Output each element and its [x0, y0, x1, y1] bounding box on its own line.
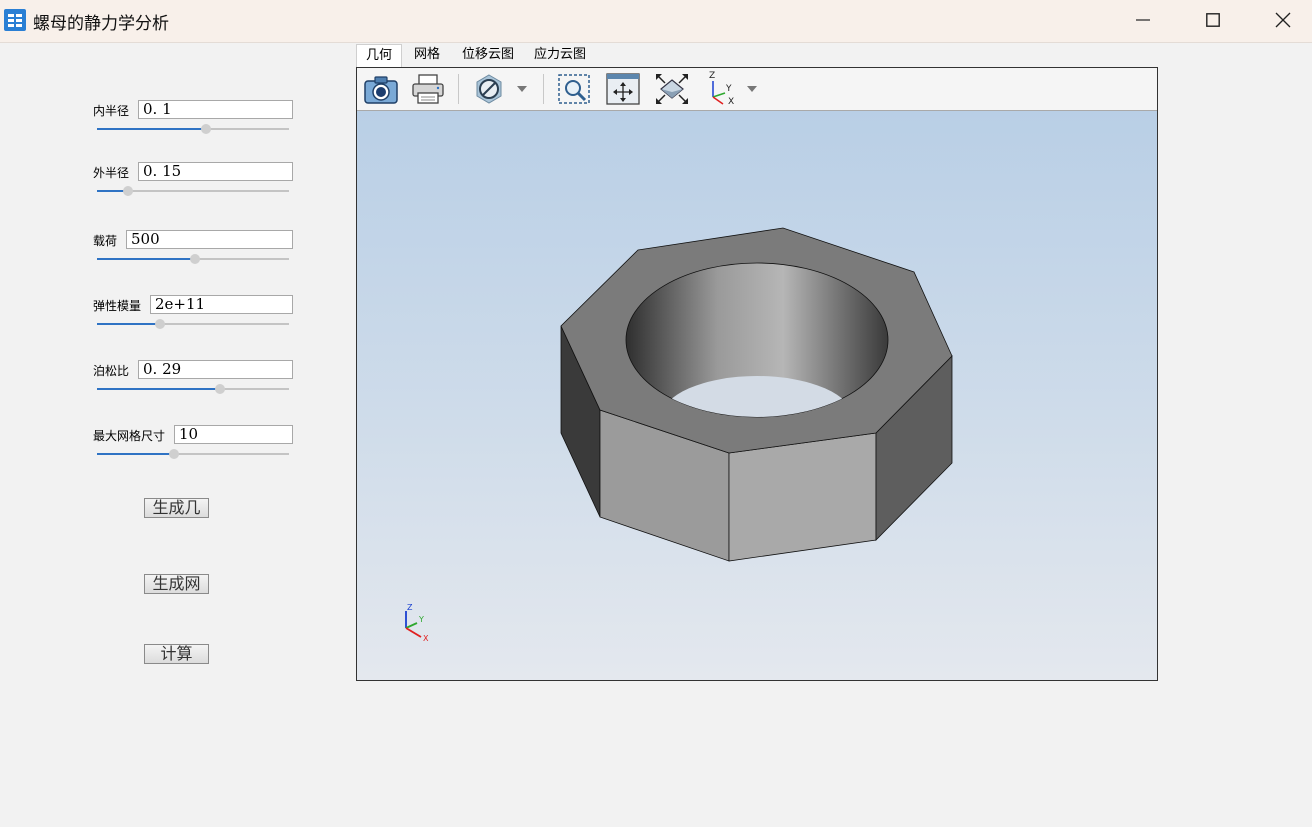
minimize-icon: [1136, 19, 1150, 21]
zoom-box-button[interactable]: [554, 71, 594, 107]
dropdown-arrow-icon: [747, 86, 757, 92]
slider-fill: [97, 453, 174, 455]
compute-button[interactable]: 计算: [144, 644, 209, 664]
dropdown-arrow-icon: [517, 86, 527, 92]
elastic-modulus-label: 弹性模量: [93, 299, 142, 313]
viewer-toolbar: Z Y X: [357, 68, 1157, 111]
close-button[interactable]: [1248, 0, 1312, 40]
fit-all-icon: [656, 74, 688, 104]
display-mode-button[interactable]: [469, 71, 509, 107]
pan-button[interactable]: [603, 71, 643, 107]
generate-geometry-button[interactable]: 生成几何: [144, 498, 209, 518]
outer-radius-label: 外半径: [93, 166, 130, 180]
camera-icon: [364, 76, 398, 104]
slider-fill: [97, 388, 220, 390]
max-mesh-size-slider[interactable]: [97, 448, 289, 460]
window-title: 螺母的静力学分析: [33, 14, 169, 34]
maximize-icon: [1206, 13, 1220, 27]
pan-icon: [606, 73, 640, 105]
axis-label-x: X: [728, 97, 734, 107]
inner-radius-label: 内半径: [93, 104, 130, 118]
screenshot-button[interactable]: [361, 71, 401, 107]
load-input[interactable]: 500: [126, 230, 293, 249]
hex-nut-model: Z Y X: [405, 227, 953, 643]
view-orientation-dropdown[interactable]: [737, 71, 767, 107]
load-slider[interactable]: [97, 253, 289, 265]
fit-all-button[interactable]: [652, 71, 692, 107]
poisson-ratio-slider[interactable]: [97, 383, 289, 395]
load-label: 载荷: [93, 234, 118, 248]
max-mesh-size-label: 最大网格尺寸: [93, 429, 166, 443]
slider-fill: [97, 258, 195, 260]
toolbar-separator: [543, 74, 544, 104]
inner-radius-input[interactable]: 0. 1: [138, 100, 293, 119]
slider-thumb[interactable]: [123, 186, 133, 196]
zoom-box-icon: [558, 74, 590, 104]
slider-fill: [97, 323, 160, 325]
display-mode-dropdown[interactable]: [507, 71, 537, 107]
generate-mesh-button[interactable]: 生成网格: [144, 574, 209, 594]
print-button[interactable]: [408, 71, 448, 107]
triad-label-x: X: [423, 634, 429, 643]
slider-fill: [97, 128, 206, 130]
axis-label-z: Z: [709, 71, 715, 81]
3d-scene[interactable]: Z Y X: [357, 111, 1157, 680]
minimize-button[interactable]: [1108, 0, 1178, 40]
slider-thumb[interactable]: [201, 124, 211, 134]
3d-viewer[interactable]: Z Y X Z Y X: [356, 67, 1158, 681]
outer-radius-input[interactable]: 0. 15: [138, 162, 293, 181]
slider-thumb[interactable]: [169, 449, 179, 459]
tab-mesh[interactable]: 网格: [406, 44, 448, 66]
slider-thumb[interactable]: [155, 319, 165, 329]
printer-icon: [412, 74, 444, 104]
axis-triad: Z Y X: [405, 603, 429, 643]
outer-radius-slider[interactable]: [97, 185, 289, 197]
toolbar-separator: [458, 74, 459, 104]
poisson-ratio-input[interactable]: 0. 29: [138, 360, 293, 379]
tab-stress[interactable]: 应力云图: [530, 44, 590, 66]
triad-label-y: Y: [418, 615, 424, 624]
poisson-ratio-label: 泊松比: [93, 364, 130, 378]
axis-label-y: Y: [725, 84, 732, 94]
tab-displacement[interactable]: 位移云图: [458, 44, 518, 66]
display-mode-icon: [476, 74, 502, 104]
elastic-modulus-slider[interactable]: [97, 318, 289, 330]
title-bar: 螺母的静力学分析: [0, 0, 1312, 43]
slider-thumb[interactable]: [215, 384, 225, 394]
view-axes-icon: Z Y X: [709, 71, 734, 107]
inner-radius-slider[interactable]: [97, 123, 289, 135]
tab-geometry[interactable]: 几何: [356, 44, 402, 67]
view-orientation-button[interactable]: Z Y X: [701, 71, 741, 107]
app-icon: [4, 9, 26, 31]
maximize-button[interactable]: [1178, 0, 1248, 40]
slider-thumb[interactable]: [190, 254, 200, 264]
max-mesh-size-input[interactable]: 10: [174, 425, 293, 444]
triad-label-z: Z: [407, 603, 413, 612]
elastic-modulus-input[interactable]: 2e+11: [150, 295, 293, 314]
close-icon: [1275, 12, 1291, 28]
